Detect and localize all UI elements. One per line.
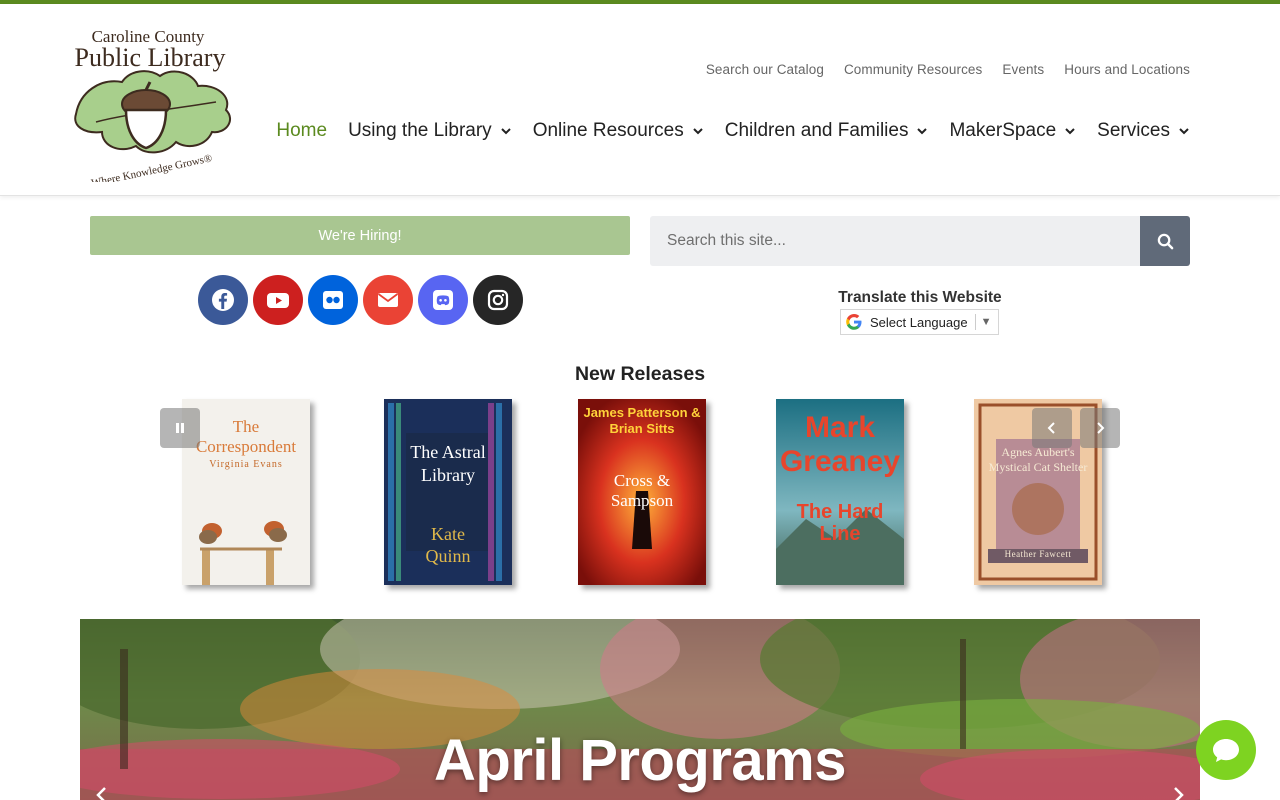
main-nav: Home Using the Library Online Resources …: [276, 120, 1190, 142]
new-releases-title: New Releases: [574, 363, 706, 385]
nav-services[interactable]: Services: [1097, 120, 1190, 142]
site-header: Caroline County Public Library Where Kno…: [0, 4, 1280, 196]
language-select-label: Select Language: [870, 314, 968, 330]
book-title: The Hard Line: [796, 501, 884, 545]
nav-online-resources-label: Online Resources: [532, 120, 684, 141]
book-author: Virginia Evans: [209, 459, 283, 470]
book-author: James Patterson & Brian Sitts: [583, 405, 701, 436]
nav-children-and-families-label: Children and Families: [724, 120, 909, 141]
banner-title: April Programs: [434, 728, 847, 793]
carousel-next-button[interactable]: [1080, 408, 1120, 448]
chevron-left-icon: [1047, 422, 1055, 434]
chevron-left-icon: [96, 787, 106, 800]
nav-services-label: Services: [1097, 120, 1170, 141]
book-title: Agnes Aubert's Mystical Cat Shelter: [988, 445, 1088, 474]
book-cover-the-astral-library[interactable]: The Astral Library Kate Quinn: [384, 399, 512, 585]
nav-home-label: Home: [276, 120, 328, 141]
utility-nav: Search our Catalog Community Resources E…: [706, 62, 1190, 77]
chevron-down-icon: [916, 125, 928, 137]
logo-line2: Public Library: [75, 43, 226, 72]
pause-icon: [176, 423, 184, 433]
chevron-down-icon: [1178, 125, 1190, 137]
nav-home[interactable]: Home: [276, 120, 327, 142]
utility-link-catalog[interactable]: Search our Catalog: [706, 62, 824, 77]
flickr-link[interactable]: [308, 275, 358, 325]
search-button[interactable]: [1140, 216, 1190, 266]
google-icon: [846, 314, 862, 330]
instagram-icon: [487, 289, 509, 311]
facebook-link[interactable]: [198, 275, 248, 325]
utility-link-community[interactable]: Community Resources: [844, 62, 982, 77]
discord-icon: [433, 290, 453, 310]
select-divider: [974, 314, 976, 330]
book-author: Kate Quinn: [425, 524, 471, 566]
chevron-right-icon: [1097, 422, 1105, 434]
facebook-icon: [212, 289, 234, 311]
nav-using-the-library-label: Using the Library: [348, 120, 492, 141]
flickr-icon: [323, 291, 343, 309]
hiring-button[interactable]: We're Hiring!: [90, 216, 630, 255]
language-select[interactable]: Select Language ▼: [840, 309, 999, 335]
envelope-icon: [377, 293, 399, 307]
logo-tagline: Where Knowledge Grows®: [90, 152, 213, 182]
dropdown-arrow-icon: ▼: [980, 316, 992, 328]
carousel-prev-button[interactable]: [1032, 408, 1072, 448]
book-author: Heather Fawcett: [1004, 549, 1072, 559]
chevron-down-icon: [500, 125, 512, 137]
library-logo[interactable]: Caroline County Public Library Where Kno…: [66, 22, 238, 182]
nav-children-and-families[interactable]: Children and Families: [725, 120, 929, 142]
email-link[interactable]: [363, 275, 413, 325]
chevron-down-icon: [1064, 125, 1076, 137]
discord-link[interactable]: [418, 275, 468, 325]
search-icon: [1157, 233, 1173, 249]
search-input[interactable]: [650, 216, 1140, 266]
youtube-link[interactable]: [253, 275, 303, 325]
chat-bubble-icon: [1213, 739, 1239, 762]
banner-next-button[interactable]: [1168, 785, 1188, 800]
nav-online-resources[interactable]: Online Resources: [533, 120, 704, 142]
carousel-pause-button[interactable]: [160, 408, 200, 448]
book-cover-cross-and-sampson[interactable]: James Patterson & Brian Sitts Cross & Sa…: [578, 399, 706, 585]
utility-link-events[interactable]: Events: [1002, 62, 1044, 77]
nav-makerspace[interactable]: MakerSpace: [949, 120, 1076, 142]
social-links: [198, 275, 523, 325]
translate-title: Translate this Website: [838, 289, 1002, 306]
nav-using-the-library[interactable]: Using the Library: [348, 120, 512, 142]
chevron-right-icon: [1174, 787, 1184, 800]
book-cover-the-hard-line[interactable]: Mark Greaney The Hard Line: [776, 399, 904, 585]
book-cover-the-correspondent[interactable]: The Correspondent Virginia Evans: [182, 399, 310, 585]
nav-makerspace-label: MakerSpace: [949, 120, 1057, 141]
book-title: Cross & Sampson: [610, 471, 674, 510]
book-title: The Correspondent: [195, 417, 297, 456]
book-author: Mark Greaney: [779, 411, 901, 478]
instagram-link[interactable]: [473, 275, 523, 325]
book-title: The Astral Library: [410, 442, 486, 485]
chat-button[interactable]: [1196, 720, 1256, 780]
youtube-icon: [267, 293, 289, 308]
utility-link-hours[interactable]: Hours and Locations: [1064, 62, 1190, 77]
chevron-down-icon: [692, 125, 704, 137]
april-programs-banner[interactable]: April Programs: [80, 619, 1200, 800]
site-search: [650, 216, 1190, 266]
banner-prev-button[interactable]: [92, 785, 112, 800]
